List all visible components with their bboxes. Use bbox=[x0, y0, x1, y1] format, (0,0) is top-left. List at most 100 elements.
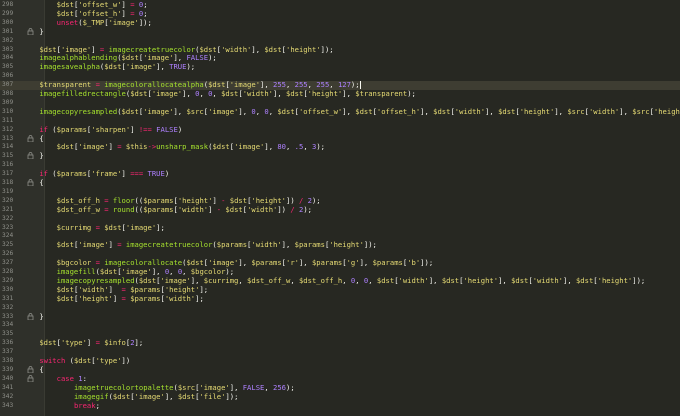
code-token: imagefilledrectangle bbox=[39, 89, 126, 98]
code-token: $dst_off_h bbox=[298, 275, 343, 285]
code-token: ], bbox=[498, 275, 512, 285]
code-token: $params bbox=[143, 195, 174, 205]
line-number: 318 bbox=[2, 179, 14, 186]
line-number: 306 bbox=[2, 72, 14, 80]
code-line[interactable]: 325 $dst['image'] = imagecreatetruecolor(… bbox=[0, 240, 680, 250]
code-token: 'width' bbox=[78, 284, 109, 294]
fold-marker-icon[interactable] bbox=[26, 152, 34, 161]
code-token: TRUE bbox=[169, 62, 187, 72]
code-token: ] bbox=[208, 204, 217, 214]
line-number: 329 bbox=[2, 276, 14, 284]
code-token: imagecopyresampled bbox=[39, 106, 118, 116]
line-number: 332 bbox=[2, 303, 14, 311]
fold-marker-icon[interactable] bbox=[26, 27, 34, 37]
code-line[interactable]: 315} bbox=[0, 151, 680, 161]
code-token: 'width' bbox=[177, 204, 209, 214]
code-token: ] bbox=[91, 44, 100, 54]
code-token: (( bbox=[134, 204, 144, 214]
line-number: 342 bbox=[2, 392, 14, 400]
code-token: 'image' bbox=[78, 142, 109, 152]
code-line[interactable]: 331 $dst['height'] = $params['width']; bbox=[0, 293, 680, 304]
line-number: 328 bbox=[2, 268, 14, 275]
fold-marker-icon[interactable] bbox=[26, 312, 34, 322]
code-token: ] bbox=[121, 0, 131, 9]
code-token: 'width' bbox=[588, 106, 620, 116]
code-token: , bbox=[355, 275, 364, 285]
code-token: imagecopyresampled bbox=[56, 275, 135, 285]
code-line[interactable]: 308 imagefilledrectangle($dst['image'], 0… bbox=[0, 89, 680, 99]
code-token: ] bbox=[112, 293, 122, 303]
code-token: ], bbox=[182, 89, 196, 98]
code-token: $src bbox=[186, 106, 204, 116]
code-token: imagecreatetruecolor bbox=[108, 44, 196, 54]
code-token: ); bbox=[186, 62, 196, 72]
code-token: ], bbox=[260, 80, 274, 90]
code-line[interactable]: 336 $dst['type'] = $info[2]; bbox=[0, 338, 680, 348]
code-token: ]) bbox=[121, 356, 131, 365]
code-text: $dst_off_w = round(($params['width'] - $… bbox=[57, 204, 680, 215]
code-token: imagecolorallocate bbox=[104, 258, 183, 268]
code-token: , bbox=[212, 89, 222, 98]
code-token: } bbox=[39, 151, 44, 161]
code-line[interactable]: 343 break; bbox=[0, 401, 680, 411]
code-token: 255 bbox=[316, 80, 330, 90]
fold-marker-icon[interactable] bbox=[26, 179, 34, 188]
code-token: 'image' bbox=[143, 106, 174, 116]
code-token: imagecolorallocatealpha bbox=[104, 80, 204, 90]
code-token: ]); bbox=[363, 240, 377, 250]
code-token: 'image' bbox=[121, 267, 152, 276]
code-token: ] bbox=[121, 169, 131, 179]
code-line[interactable]: 318 { bbox=[0, 178, 680, 188]
code-token: , bbox=[307, 80, 317, 90]
line-number: 333 bbox=[2, 312, 14, 320]
code-line[interactable]: 310 imagecopyresampled($dst['image'], $sr… bbox=[0, 106, 680, 117]
fold-marker-icon[interactable] bbox=[26, 134, 34, 144]
code-token: 'image' bbox=[229, 80, 261, 90]
code-line[interactable]: 342 imagegif($dst['image'], $dst['file'])… bbox=[0, 392, 680, 402]
code-token: $dst bbox=[277, 106, 295, 116]
code-token: 'offset_h' bbox=[376, 106, 421, 116]
code-text: imagegif($dst['image'], $dst['file']); bbox=[74, 392, 680, 402]
code-token: 'height' bbox=[307, 89, 343, 98]
code-line[interactable]: 333} bbox=[0, 312, 680, 322]
code-line[interactable]: 339 { bbox=[0, 365, 680, 375]
code-line[interactable]: 334 bbox=[0, 321, 680, 330]
code-token: ( bbox=[47, 169, 57, 179]
code-line[interactable]: 314 $dst['image'] = $this->unsharp_mask($… bbox=[0, 142, 680, 152]
code-line[interactable]: 300 unset($_TMP['image']); bbox=[0, 18, 680, 28]
code-line[interactable]: 317 if ($params['frame'] === TRUE) bbox=[0, 169, 680, 179]
code-token: -> bbox=[147, 142, 157, 152]
code-line[interactable]: 305 imagesavealpha($dst['image'], TRUE); bbox=[0, 62, 680, 72]
code-token: floor bbox=[112, 195, 135, 205]
code-line[interactable]: 323 $currimg = $dst['image']; bbox=[0, 223, 680, 233]
code-line[interactable]: 321 $dst_off_w = round(($params['width'] … bbox=[0, 204, 680, 215]
fold-marker-icon[interactable] bbox=[26, 366, 34, 375]
line-number: 319 bbox=[2, 187, 14, 195]
code-token: 'image' bbox=[151, 89, 183, 98]
code-editor[interactable]: 298 $dst['offset_w'] = 0; 299 $dst['offset_… bbox=[0, 0, 680, 416]
code-token: ], bbox=[238, 106, 252, 116]
code-token: 'frame' bbox=[91, 169, 122, 179]
line-number: 314 bbox=[2, 143, 14, 151]
fold-marker-icon[interactable] bbox=[26, 374, 34, 384]
code-token: round bbox=[112, 204, 135, 214]
code-token: imagealphablending bbox=[39, 53, 118, 63]
code-token: $info bbox=[104, 338, 126, 348]
line-number: 301 bbox=[2, 27, 14, 35]
code-token: 'height' bbox=[78, 293, 113, 303]
code-token: $dst bbox=[264, 44, 282, 54]
code-token: imagetruecolortopalette bbox=[73, 382, 174, 392]
code-token: ]) bbox=[277, 204, 291, 214]
code-line[interactable]: 312 if ($params['sharpen'] !== FALSE) bbox=[0, 125, 680, 135]
code-token: 'image' bbox=[199, 382, 230, 392]
code-line[interactable]: 338 switch ($dst['type']) bbox=[0, 356, 680, 366]
code-line[interactable]: 301} bbox=[0, 27, 680, 37]
code-token: 'height' bbox=[653, 106, 680, 116]
code-token: { bbox=[39, 133, 44, 143]
code-token: ]); bbox=[420, 258, 434, 268]
code-token: $params bbox=[130, 293, 161, 303]
code-line[interactable]: 332 bbox=[0, 304, 680, 313]
code-token: $src bbox=[632, 106, 650, 116]
code-token: 'type' bbox=[60, 338, 87, 348]
